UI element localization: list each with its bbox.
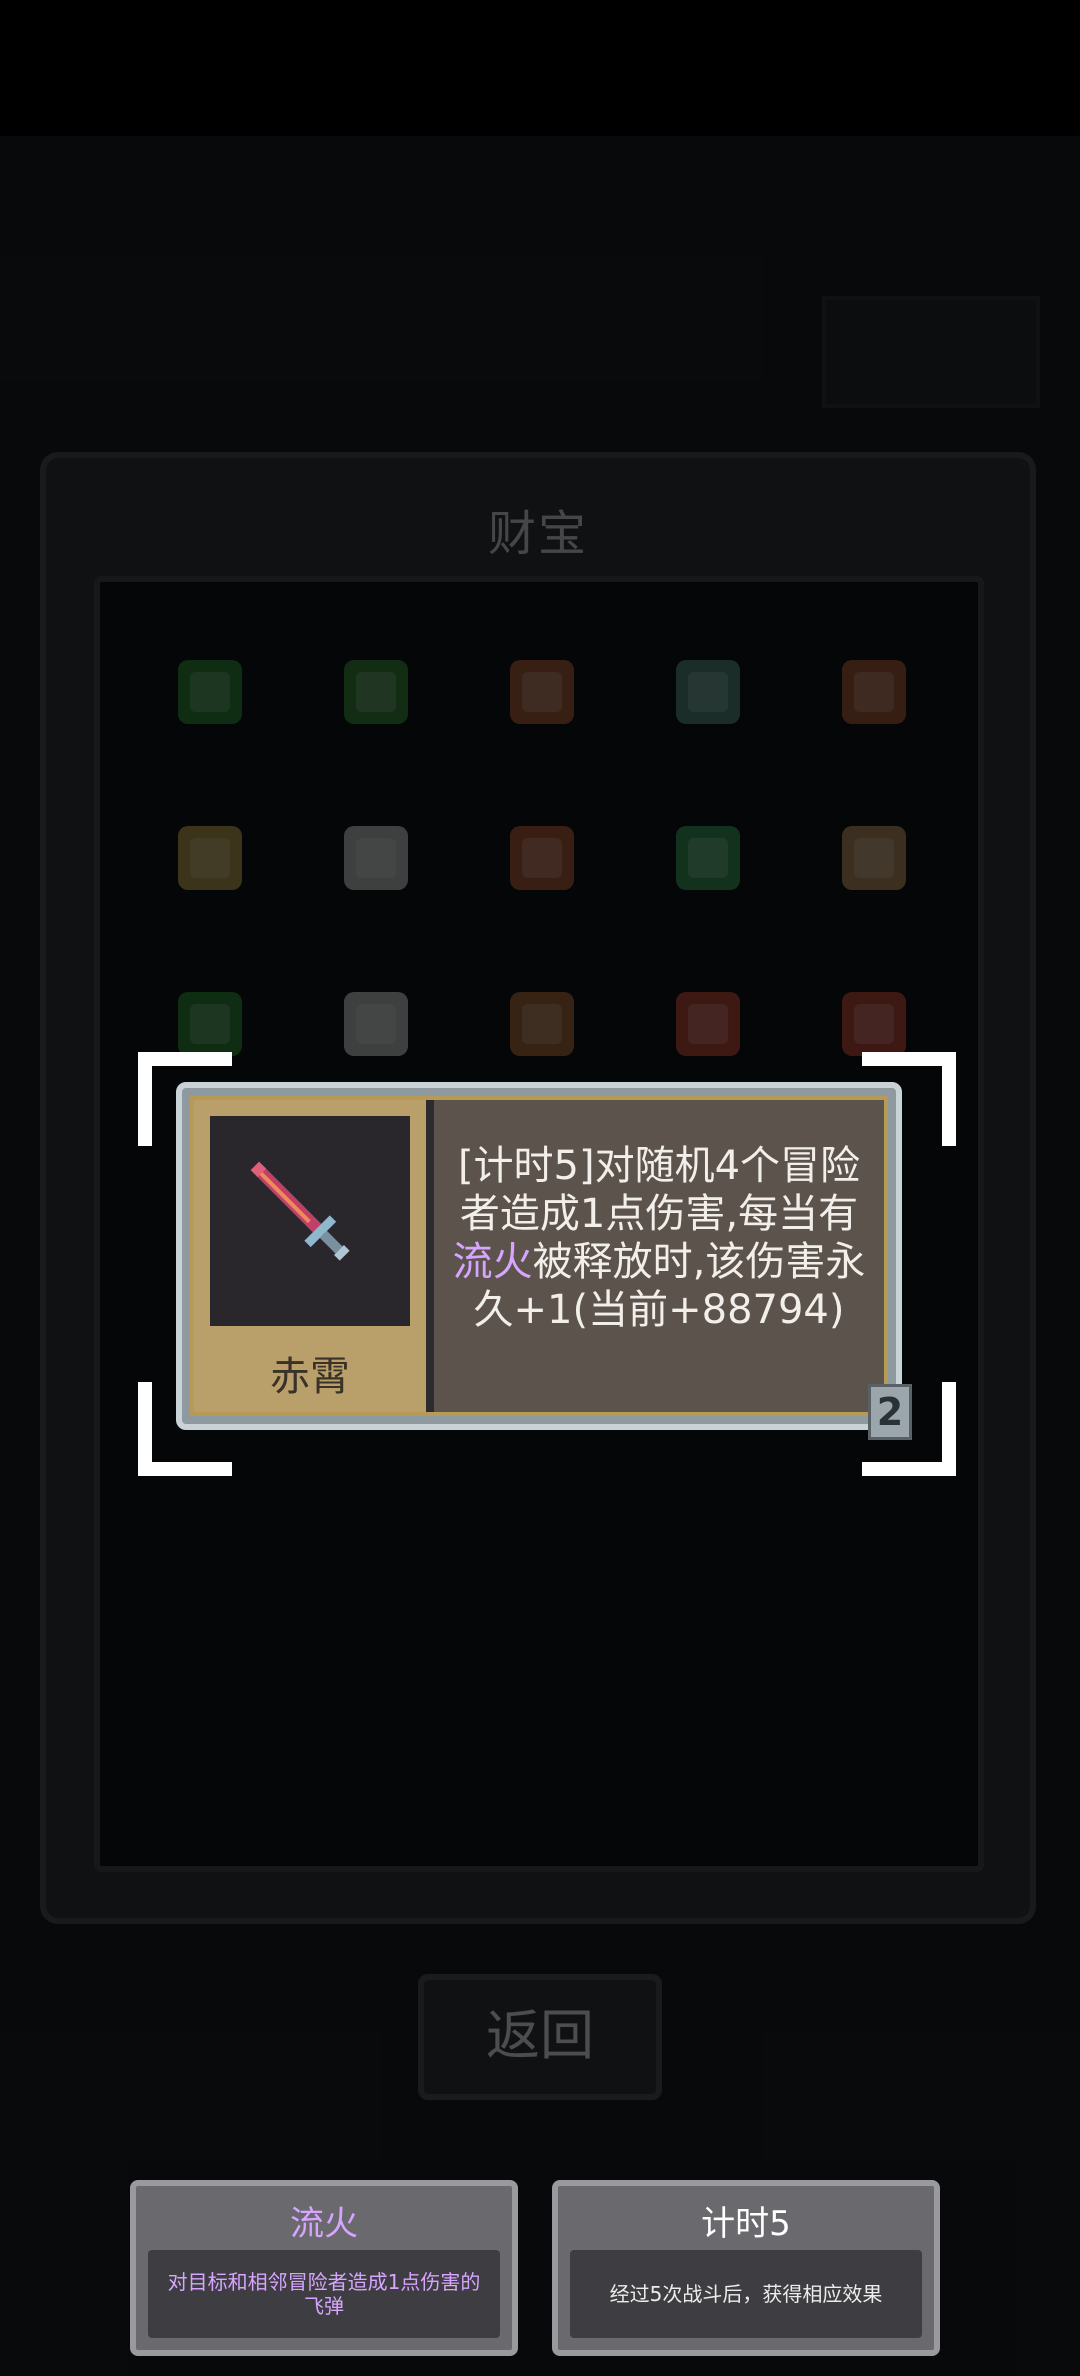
description-part-1: [计时5]对随机4个冒险者造成1点伤害,每当有	[457, 1143, 861, 1237]
item-icon-frame	[210, 1116, 410, 1326]
popup-body: 赤霄 [计时5]对随机4个冒险者造成1点伤害,每当有流火被释放时,该伤害永久+1…	[190, 1096, 888, 1416]
item-description: [计时5]对随机4个冒险者造成1点伤害,每当有流火被释放时,该伤害永久+1(当前…	[442, 1142, 876, 1334]
sword-icon	[250, 1161, 350, 1261]
selection-corner-bottom-left	[138, 1382, 232, 1476]
keyword-description: 经过5次战斗后，获得相应效果	[570, 2250, 922, 2338]
selection-corner-top-right	[862, 1052, 956, 1146]
keyword-flowing-fire[interactable]: 流火	[453, 1239, 533, 1285]
item-card: 赤霄	[194, 1100, 426, 1412]
item-detail-popup: 赤霄 [计时5]对随机4个冒险者造成1点伤害,每当有流火被释放时,该伤害永久+1…	[176, 1082, 912, 1440]
keyword-title: 计时5	[701, 2204, 791, 2244]
item-description-area: [计时5]对随机4个冒险者造成1点伤害,每当有流火被释放时,该伤害永久+1(当前…	[434, 1100, 884, 1412]
selection-corner-bottom-right	[862, 1382, 956, 1476]
keyword-description: 对目标和相邻冒险者造成1点伤害的飞弹	[148, 2250, 500, 2338]
selection-corner-top-left	[138, 1052, 232, 1146]
description-part-2: 被释放时,该伤害永久+1(当前+88794)	[473, 1239, 866, 1333]
keyword-card-timer: 计时5 经过5次战斗后，获得相应效果	[552, 2180, 940, 2356]
keyword-card-flowing-fire: 流火 对目标和相邻冒险者造成1点伤害的飞弹	[130, 2180, 518, 2356]
keyword-title: 流火	[290, 2204, 358, 2244]
